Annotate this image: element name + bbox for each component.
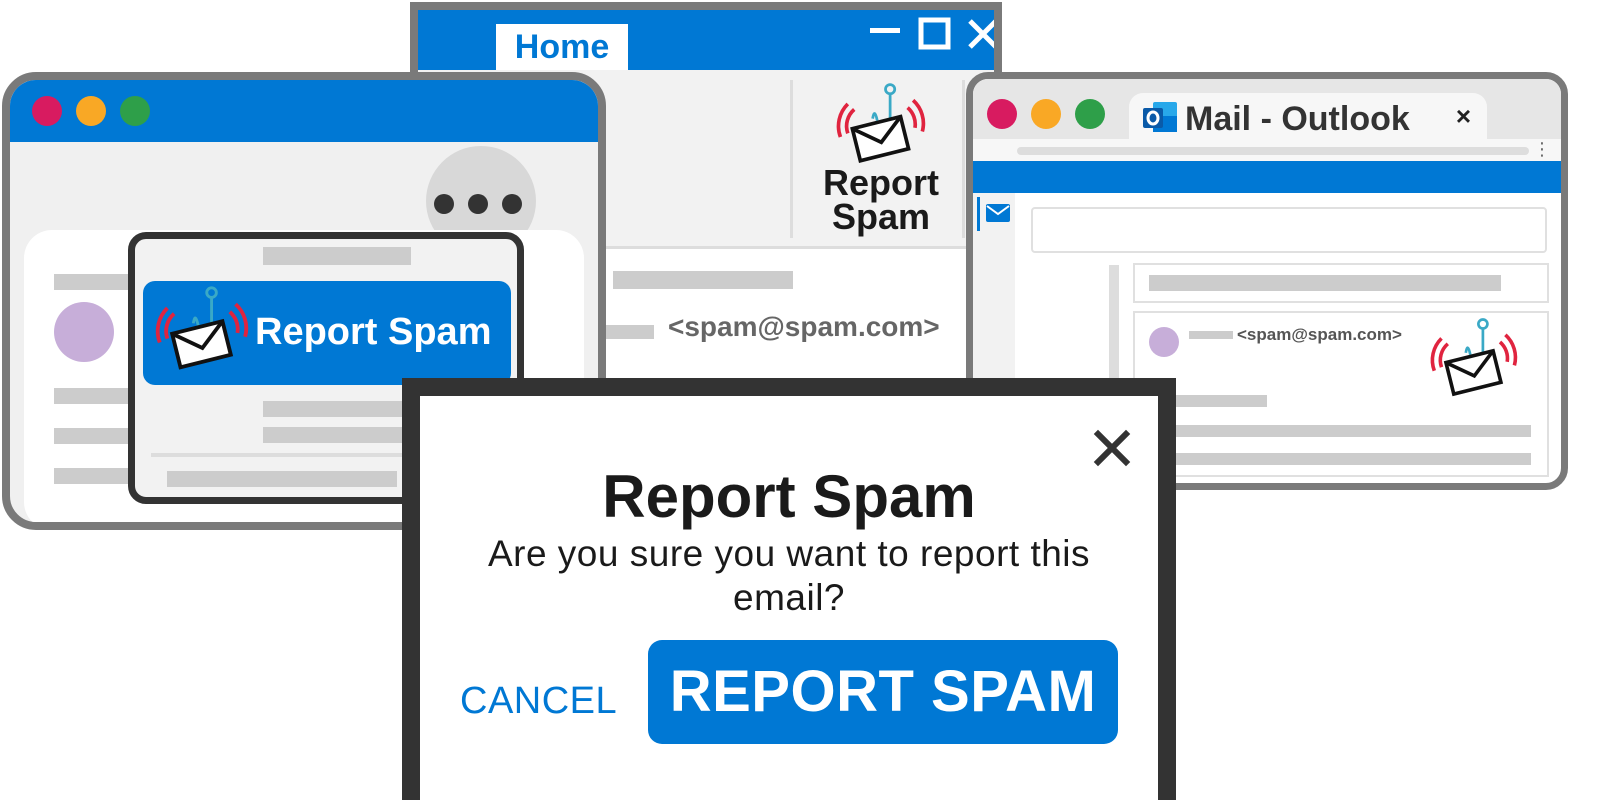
placeholder-line [167,471,397,487]
outlook-logo-icon [1143,102,1177,132]
tab-title: Mail - Outlook [1185,100,1410,138]
tab-home[interactable]: Home [496,24,628,70]
dialog-title: Report Spam [602,463,976,530]
title-bar: Home [418,10,994,70]
address-bar[interactable]: ⋮ [973,139,1561,161]
sender-email: <spam@spam.com> [1237,325,1402,344]
menu-item-label: Report Spam [255,311,492,353]
window-minimize-dot[interactable] [76,96,106,126]
browser-menu-icon[interactable]: ⋮ [1533,139,1551,159]
placeholder-line [1189,331,1233,339]
menu-item-report-spam[interactable]: Report Spam [143,281,511,385]
placeholder-line [263,401,409,417]
placeholder-line [263,247,411,265]
placeholder-line [1171,453,1531,465]
placeholder-line [613,271,793,289]
report-spam-label-line2: Spam [831,196,931,237]
browser-tab[interactable]: Mail - Outlook × [1129,93,1487,145]
sender-email: <spam@spam.com> [668,311,940,342]
close-icon[interactable]: × [1456,101,1471,132]
phishing-hook-envelope-icon [149,283,253,379]
placeholder-line [263,427,409,443]
ribbon-divider [962,80,965,238]
minimize-icon[interactable] [870,28,902,36]
placeholder-line [1149,275,1501,291]
list-item[interactable]: <spam@spam.com> [1133,311,1549,477]
cancel-button[interactable]: CANCEL [460,676,617,726]
list-item[interactable] [1133,263,1549,303]
window-zoom-dot[interactable] [120,96,150,126]
avatar [54,302,114,362]
maximize-icon[interactable] [918,17,952,51]
report-spam-label-line1: Report [823,162,939,203]
window-zoom-dot[interactable] [1075,99,1105,129]
ribbon-divider [790,80,793,238]
window-close-dot[interactable] [987,99,1017,129]
window-minimize-dot[interactable] [1031,99,1061,129]
window-close-dot[interactable] [32,96,62,126]
nav-selection-indicator [977,197,980,231]
mail-icon[interactable] [985,203,1011,223]
report-spam-ribbon-button[interactable]: Report Spam [810,162,952,237]
placeholder-line [1171,395,1267,407]
app-header [973,161,1561,193]
dialog-message: Are you sure you want to report this ema… [487,533,1091,618]
close-icon[interactable] [966,17,1000,51]
avatar [1149,327,1179,357]
title-bar [10,80,598,142]
report-spam-dialog: Report Spam Are you sure you want to rep… [402,378,1176,800]
placeholder-line [598,325,654,339]
search-input[interactable] [1031,207,1547,253]
phishing-hook-envelope-icon[interactable] [1425,315,1521,405]
scrollbar[interactable] [1109,265,1119,383]
phishing-hook-envelope-icon [830,80,930,172]
report-spam-button[interactable]: REPORT SPAM [648,640,1118,744]
browser-tab-strip: Mail - Outlook × [973,79,1561,145]
placeholder-line [1171,425,1531,437]
